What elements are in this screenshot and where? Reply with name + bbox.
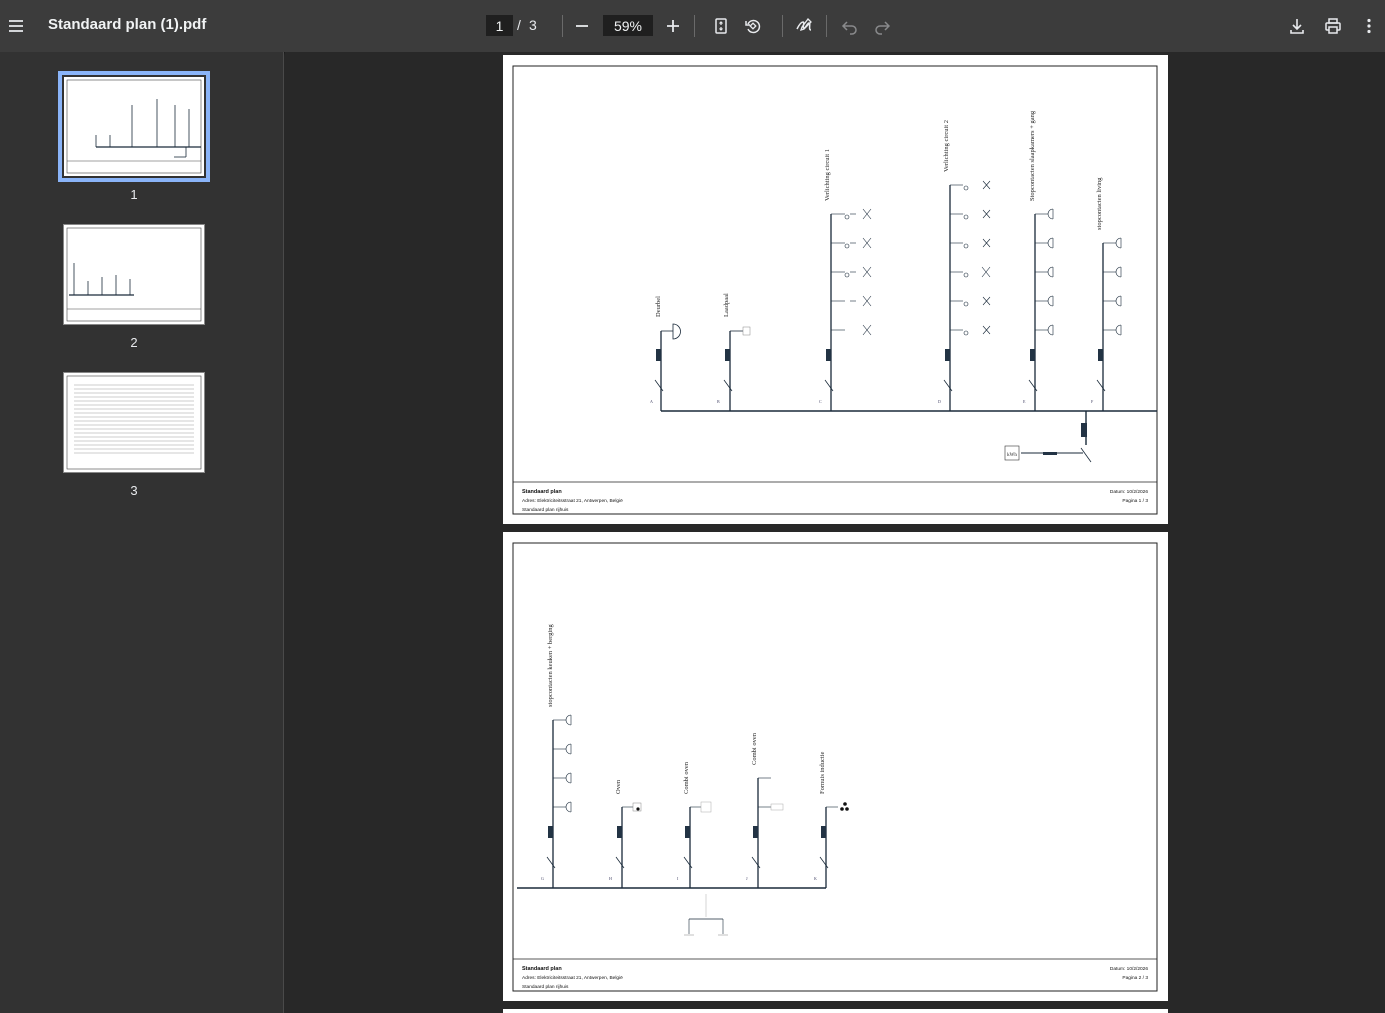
document-title: Standaard plan (1).pdf	[48, 16, 207, 33]
circuit-combi-oven-2: Combi oven J	[746, 732, 784, 888]
undo-icon	[841, 21, 857, 35]
circuit-letter: D	[938, 399, 941, 404]
menu-button[interactable]	[0, 10, 32, 42]
thumbnail-preview	[66, 79, 202, 174]
circuit-oven: Oven H	[609, 779, 642, 888]
footer-page-number: Pagina 1 / 3	[1122, 498, 1148, 504]
redo-button[interactable]	[866, 10, 898, 42]
download-icon	[1290, 19, 1304, 34]
circuit-letter: F	[1091, 399, 1094, 404]
circuit-label: Combi oven	[683, 761, 690, 794]
more-vert-icon	[1367, 18, 1371, 34]
page-footer: Standaard plan Adres: Elektriciteitsstra…	[522, 966, 1148, 990]
circuit-verlichting-1: Verlichting circuit 1 C	[819, 149, 872, 411]
circuit-letter: G	[541, 876, 544, 881]
pen-icon	[796, 18, 812, 32]
page-thumbnail-1[interactable]	[58, 71, 210, 182]
minus-icon	[576, 25, 588, 27]
footer-address: Adres: Elektriciteitsstraat 21, Antwerpe…	[522, 498, 623, 504]
circuit-letter: E	[1023, 399, 1026, 404]
thumbnail-sidebar: 1 2 3	[0, 52, 284, 1013]
footer-address: Adres: Elektriciteitsstraat 21, Antwerpe…	[522, 975, 623, 981]
schematic-page-1: kWh Deurbel A Laadpaal B Verlichting cir…	[512, 65, 1158, 515]
kwh-meter-label: kWh	[1007, 453, 1017, 458]
menu-icon	[9, 20, 23, 32]
pdf-viewer[interactable]: kWh Deurbel A Laadpaal B Verlichting cir…	[285, 52, 1385, 1013]
zoom-input[interactable]	[603, 15, 653, 36]
circuit-label: Fornuis inductie	[819, 751, 826, 794]
circuit-label: stopcontacten living	[1096, 177, 1103, 230]
toolbar-divider	[826, 15, 827, 37]
schematic-page-2: stopcontacten keuken + berging G Oven H	[512, 542, 1158, 992]
toolbar-divider	[562, 15, 563, 37]
undo-button[interactable]	[834, 10, 866, 42]
page-number-input[interactable]	[486, 15, 513, 36]
footer-date: Datum: 10/2/2026	[1110, 966, 1148, 972]
footer-title: Standaard plan	[522, 489, 562, 495]
page-thumbnail-2[interactable]	[63, 224, 205, 325]
circuit-label: Oven	[615, 779, 622, 794]
thumbnail-preview	[66, 227, 202, 322]
circuit-label: Laadpaal	[723, 293, 730, 317]
footer-page-number: Pagina 2 / 3	[1122, 975, 1148, 981]
pdf-page-1: kWh Deurbel A Laadpaal B Verlichting cir…	[503, 55, 1168, 524]
circuit-label: Verlichting circuit 1	[824, 149, 831, 201]
circuit-letter: H	[609, 876, 612, 881]
circuit-combi-oven-1: Combi oven I	[677, 761, 712, 888]
circuit-letter: C	[819, 399, 822, 404]
circuit-letter: K	[814, 876, 817, 881]
more-options-button[interactable]	[1353, 10, 1385, 42]
circuit-stopcontacten-keuken: stopcontacten keuken + berging G	[541, 623, 572, 888]
circuit-letter: I	[677, 876, 679, 881]
circuit-stopcontacten-slaapkamers: Stopcontacten slaapkamers + gang E	[1023, 110, 1054, 411]
circuit-label: Stopcontacten slaapkamers + gang	[1029, 110, 1036, 201]
circuit-label: Deurbel	[655, 296, 662, 317]
main-breaker	[1081, 423, 1087, 437]
toolbar-divider	[694, 15, 695, 37]
footer-date: Datum: 10/2/2026	[1110, 489, 1148, 495]
rotate-icon	[745, 19, 761, 34]
circuit-laadpaal: Laadpaal B	[717, 293, 751, 411]
circuit-label: stopcontacten keuken + berging	[547, 623, 554, 707]
circuit-fornuis-inductie: Fornuis inductie K	[814, 751, 849, 888]
annotate-button[interactable]	[788, 10, 820, 42]
print-button[interactable]	[1317, 10, 1349, 42]
page-footer: Standaard plan Adres: Elektriciteitsstra…	[522, 489, 1148, 513]
thumbnail-number: 2	[130, 335, 138, 350]
total-pages: 3	[529, 17, 537, 33]
circuit-letter: J	[746, 876, 748, 881]
page-thumbnail-3[interactable]	[63, 372, 205, 473]
page-separator: /	[517, 17, 521, 33]
circuit-verlichting-2: Verlichting circuit 2 D	[938, 120, 991, 411]
rotate-button[interactable]	[737, 10, 769, 42]
pdf-page-2: stopcontacten keuken + berging G Oven H	[503, 532, 1168, 1001]
plus-icon	[667, 20, 679, 32]
thumbnail-number: 1	[130, 187, 138, 202]
thumbnail-preview	[66, 375, 202, 470]
circuit-letter: A	[650, 399, 653, 404]
circuit-label: Combi oven	[751, 732, 758, 765]
circuit-letter: B	[717, 399, 720, 404]
pdf-toolbar: Standaard plan (1).pdf / 3	[0, 0, 1385, 52]
redo-icon	[875, 21, 891, 35]
circuit-label: Verlichting circuit 2	[943, 120, 950, 172]
zoom-out-button[interactable]	[566, 10, 598, 42]
toolbar-divider	[782, 15, 783, 37]
footer-subtitle: Standaard plan rijhuis	[522, 984, 569, 990]
footer-title: Standaard plan	[522, 966, 562, 972]
print-icon	[1325, 18, 1341, 34]
fit-page-button[interactable]	[705, 10, 737, 42]
thumbnail-number: 3	[130, 483, 138, 498]
pdf-page-3	[503, 1009, 1168, 1013]
zoom-in-button[interactable]	[657, 10, 689, 42]
circuit-stopcontacten-living: stopcontacten living F	[1091, 177, 1122, 411]
download-button[interactable]	[1281, 10, 1313, 42]
footer-subtitle: Standaard plan rijhuis	[522, 507, 569, 513]
circuit-deurbel: Deurbel A	[650, 296, 681, 411]
fit-page-icon	[715, 18, 727, 34]
